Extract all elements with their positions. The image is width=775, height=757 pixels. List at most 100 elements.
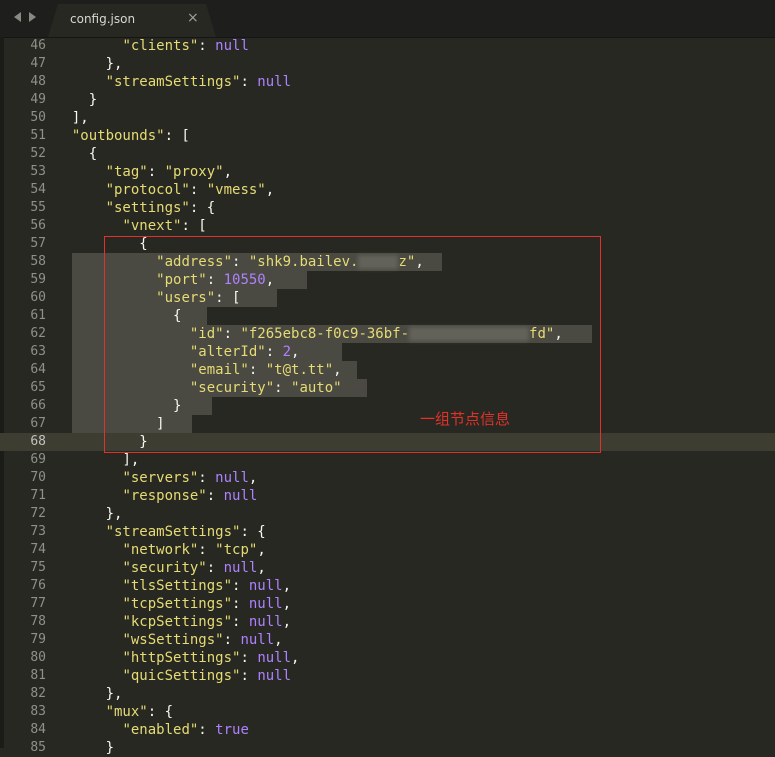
code-line[interactable]: 64 "email": "t@t.tt", bbox=[0, 361, 775, 379]
code-line[interactable]: 52 { bbox=[0, 145, 775, 163]
line-number: 49 bbox=[30, 92, 46, 107]
code-line[interactable]: 84 "enabled": true bbox=[0, 721, 775, 739]
code-line[interactable]: 63 "alterId": 2, bbox=[0, 343, 775, 361]
code-line[interactable]: 47 }, bbox=[0, 55, 775, 73]
line-text: } bbox=[55, 433, 147, 451]
line-text: "email": "t@t.tt", bbox=[55, 361, 342, 379]
line-number: 64 bbox=[30, 362, 46, 377]
string-token: "tcpSettings" bbox=[122, 596, 233, 612]
code-line[interactable]: 58 "address": "shk9.bailev. z", bbox=[0, 253, 775, 271]
code-line[interactable]: 72 }, bbox=[0, 505, 775, 523]
code-line[interactable]: 68 } bbox=[0, 433, 775, 451]
line-number: 60 bbox=[30, 290, 46, 305]
code-line[interactable]: 73 "streamSettings": { bbox=[0, 523, 775, 541]
string-token: "tag" bbox=[105, 164, 148, 180]
line-number: 69 bbox=[30, 452, 46, 467]
tab-config-json[interactable]: config.json × bbox=[48, 4, 216, 37]
punctuation-token: : bbox=[232, 596, 249, 612]
string-token: "auto" bbox=[291, 380, 342, 396]
code-editor[interactable]: 46 "clients": null 47 }, 48 "streamSetting… bbox=[0, 37, 775, 757]
punctuation-token: : { bbox=[147, 704, 174, 720]
code-line[interactable]: 70 "servers": null, bbox=[0, 469, 775, 487]
redacted-text bbox=[358, 255, 399, 269]
code-line[interactable]: 76 "tlsSettings": null, bbox=[0, 577, 775, 595]
string-token: "quicSettings" bbox=[122, 668, 241, 684]
punctuation-token: , bbox=[223, 164, 233, 180]
code-line[interactable]: 67 ] bbox=[0, 415, 775, 433]
code-line[interactable]: 48 "streamSettings": null bbox=[0, 73, 775, 91]
line-number: 68 bbox=[30, 434, 46, 449]
punctuation-token: : bbox=[206, 488, 224, 504]
punctuation-token: : bbox=[198, 470, 216, 486]
string-token: "vmess" bbox=[206, 182, 266, 198]
code-line[interactable]: 53 "tag": "proxy", bbox=[0, 163, 775, 181]
nav-back-icon[interactable] bbox=[14, 12, 21, 22]
code-line[interactable]: 80 "httpSettings": null, bbox=[0, 649, 775, 667]
punctuation-token: { bbox=[88, 146, 98, 162]
line-number: 50 bbox=[30, 110, 46, 125]
code-line[interactable]: 82 }, bbox=[0, 685, 775, 703]
code-line[interactable]: 81 "quicSettings": null bbox=[0, 667, 775, 685]
string-token: z" bbox=[398, 254, 416, 270]
punctuation-token: }, bbox=[105, 686, 123, 702]
code-line[interactable]: 65 "security": "auto" bbox=[0, 379, 775, 397]
code-line[interactable]: 54 "protocol": "vmess", bbox=[0, 181, 775, 199]
code-line[interactable]: 59 "port": 10550, bbox=[0, 271, 775, 289]
code-line[interactable]: 62 "id": "f265ebc8-f0c9-36bf-fd", bbox=[0, 325, 775, 343]
line-text: }, bbox=[55, 505, 123, 523]
code-line[interactable]: 56 "vnext": [ bbox=[0, 217, 775, 235]
code-line[interactable]: 75 "security": null, bbox=[0, 559, 775, 577]
code-line[interactable]: 69 ], bbox=[0, 451, 775, 469]
code-line[interactable]: 50 ], bbox=[0, 109, 775, 127]
code-line[interactable]: 83 "mux": { bbox=[0, 703, 775, 721]
line-number: 78 bbox=[30, 614, 46, 629]
punctuation-token: : { bbox=[189, 200, 216, 216]
punctuation-token: : bbox=[240, 668, 258, 684]
line-number: 70 bbox=[30, 470, 46, 485]
line-number: 75 bbox=[30, 560, 46, 575]
line-text: ], bbox=[55, 109, 89, 127]
line-number: 58 bbox=[30, 254, 46, 269]
punctuation-token: } bbox=[88, 92, 98, 108]
string-token: "address" bbox=[156, 254, 233, 270]
punctuation-token: : { bbox=[240, 524, 266, 540]
code-line[interactable]: 74 "network": "tcp", bbox=[0, 541, 775, 559]
code-line[interactable]: 57 { bbox=[0, 235, 775, 253]
close-icon[interactable]: × bbox=[187, 10, 199, 26]
tab-title: config.json bbox=[70, 12, 136, 26]
string-token: "httpSettings" bbox=[122, 650, 241, 666]
code-line[interactable]: 85 } bbox=[0, 739, 775, 757]
string-token: "outbounds" bbox=[71, 128, 165, 144]
code-line[interactable]: 78 "kcpSettings": null, bbox=[0, 613, 775, 631]
code-line[interactable]: 61 { bbox=[0, 307, 775, 325]
code-line[interactable]: 51 "outbounds": [ bbox=[0, 127, 775, 145]
code-line[interactable]: 79 "wsSettings": null, bbox=[0, 631, 775, 649]
line-number: 82 bbox=[30, 686, 46, 701]
code-line[interactable]: 55 "settings": { bbox=[0, 199, 775, 217]
line-text: "protocol": "vmess", bbox=[55, 181, 275, 199]
string-token: "protocol" bbox=[105, 182, 190, 198]
line-number: 47 bbox=[30, 56, 46, 71]
nav-forward-icon[interactable] bbox=[29, 12, 36, 22]
constant-token: null bbox=[248, 614, 283, 630]
code-line[interactable]: 49 } bbox=[0, 91, 775, 109]
code-line[interactable]: 77 "tcpSettings": null, bbox=[0, 595, 775, 613]
code-line[interactable]: 60 "users": [ bbox=[0, 289, 775, 307]
code-line[interactable]: 71 "response": null bbox=[0, 487, 775, 505]
code-line[interactable]: 66 } bbox=[0, 397, 775, 415]
code-line[interactable]: 46 "clients": null bbox=[0, 37, 775, 55]
punctuation-token: , bbox=[265, 182, 275, 198]
punctuation-token: , bbox=[282, 578, 292, 594]
